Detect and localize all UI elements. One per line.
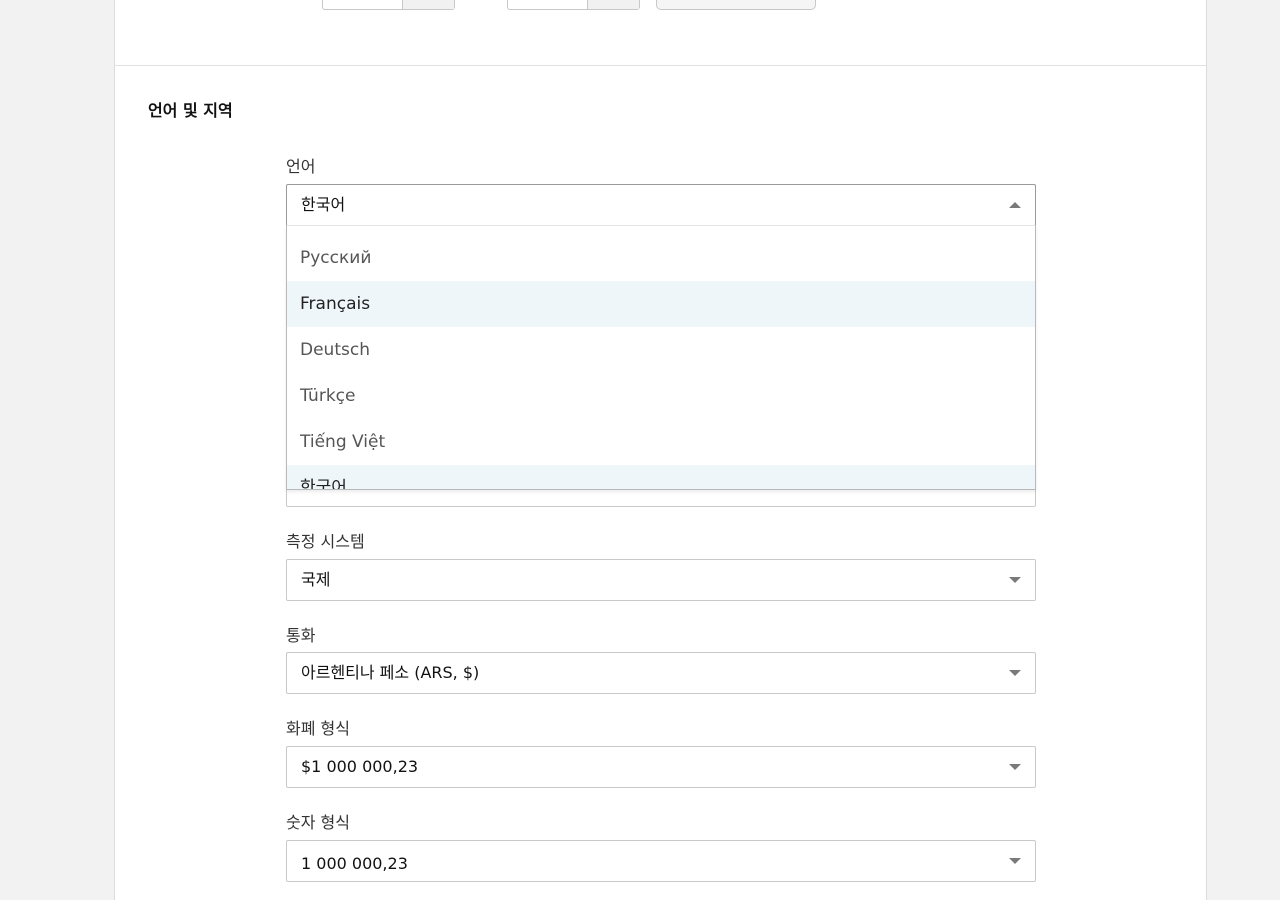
unit-box xyxy=(587,0,639,9)
section-divider xyxy=(115,65,1206,66)
language-label: 언어 xyxy=(286,157,316,176)
previous-section-controls xyxy=(115,0,1206,12)
language-option[interactable]: Deutsch xyxy=(287,327,1035,373)
number-format-select[interactable]: 1 000 000,23 xyxy=(286,840,1036,882)
language-option[interactable]: Русский xyxy=(287,235,1035,281)
language-option[interactable]: 한국어 xyxy=(287,465,1035,489)
number-format-label: 숫자 형식 xyxy=(286,813,350,832)
measurement-value: 국제 xyxy=(301,570,331,589)
chevron-down-icon xyxy=(1009,764,1021,770)
measurement-label: 측정 시스템 xyxy=(286,532,365,551)
language-option[interactable]: Tiếng Việt xyxy=(287,419,1035,465)
currency-format-label: 화폐 형식 xyxy=(286,719,350,738)
chevron-down-icon xyxy=(1009,670,1021,676)
currency-value: 아르헨티나 페소 (ARS, $) xyxy=(301,663,480,682)
number-input-with-unit[interactable] xyxy=(322,0,455,10)
section-title: 언어 및 지역 xyxy=(148,101,233,120)
language-option[interactable]: Türkçe xyxy=(287,373,1035,419)
language-dropdown-menu[interactable]: Русский Français Deutsch Türkçe Tiếng Việt 한국… xyxy=(286,226,1036,490)
chevron-up-icon xyxy=(1009,202,1021,208)
language-options-list: Русский Français Deutsch Türkçe Tiếng Việt 한국… xyxy=(287,226,1035,489)
chevron-down-icon xyxy=(1009,858,1021,864)
language-option[interactable]: Français xyxy=(287,281,1035,327)
number-format-value: 1 000 000,23 xyxy=(301,854,408,873)
currency-select[interactable]: 아르헨티나 페소 (ARS, $) xyxy=(286,652,1036,694)
currency-format-value: $1 000 000,23 xyxy=(301,757,419,776)
number-input-with-unit[interactable] xyxy=(507,0,640,10)
language-select[interactable]: 한국어 xyxy=(286,184,1036,226)
secondary-button[interactable] xyxy=(656,0,816,10)
currency-label: 통화 xyxy=(286,626,316,645)
settings-card: 언어 및 지역 언어 한국어 Русский Français Deutsch Tür… xyxy=(114,0,1207,900)
measurement-select[interactable]: 국제 xyxy=(286,559,1036,601)
language-selected-value: 한국어 xyxy=(301,195,346,214)
chevron-down-icon xyxy=(1009,577,1021,583)
currency-format-select[interactable]: $1 000 000,23 xyxy=(286,746,1036,788)
unit-box xyxy=(402,0,454,9)
